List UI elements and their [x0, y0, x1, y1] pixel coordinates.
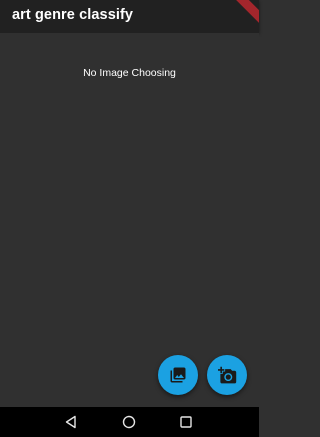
main-content: No Image Choosing	[0, 33, 259, 407]
nav-back-button[interactable]	[63, 414, 79, 430]
app-bar: art genre classify	[0, 0, 259, 33]
no-image-status-text: No Image Choosing	[83, 67, 176, 79]
pick-from-gallery-button[interactable]	[158, 355, 198, 395]
system-navigation-bar	[0, 407, 259, 437]
back-triangle-icon	[65, 415, 76, 429]
photo-library-icon	[170, 367, 186, 383]
add-a-photo-icon	[217, 366, 236, 383]
debug-banner	[232, 0, 259, 28]
home-circle-icon	[122, 415, 136, 429]
nav-recents-button[interactable]	[178, 414, 194, 430]
take-photo-button[interactable]	[207, 355, 247, 395]
nav-home-button[interactable]	[121, 414, 137, 430]
app-title: art genre classify	[12, 7, 134, 23]
recents-square-icon	[180, 416, 192, 428]
